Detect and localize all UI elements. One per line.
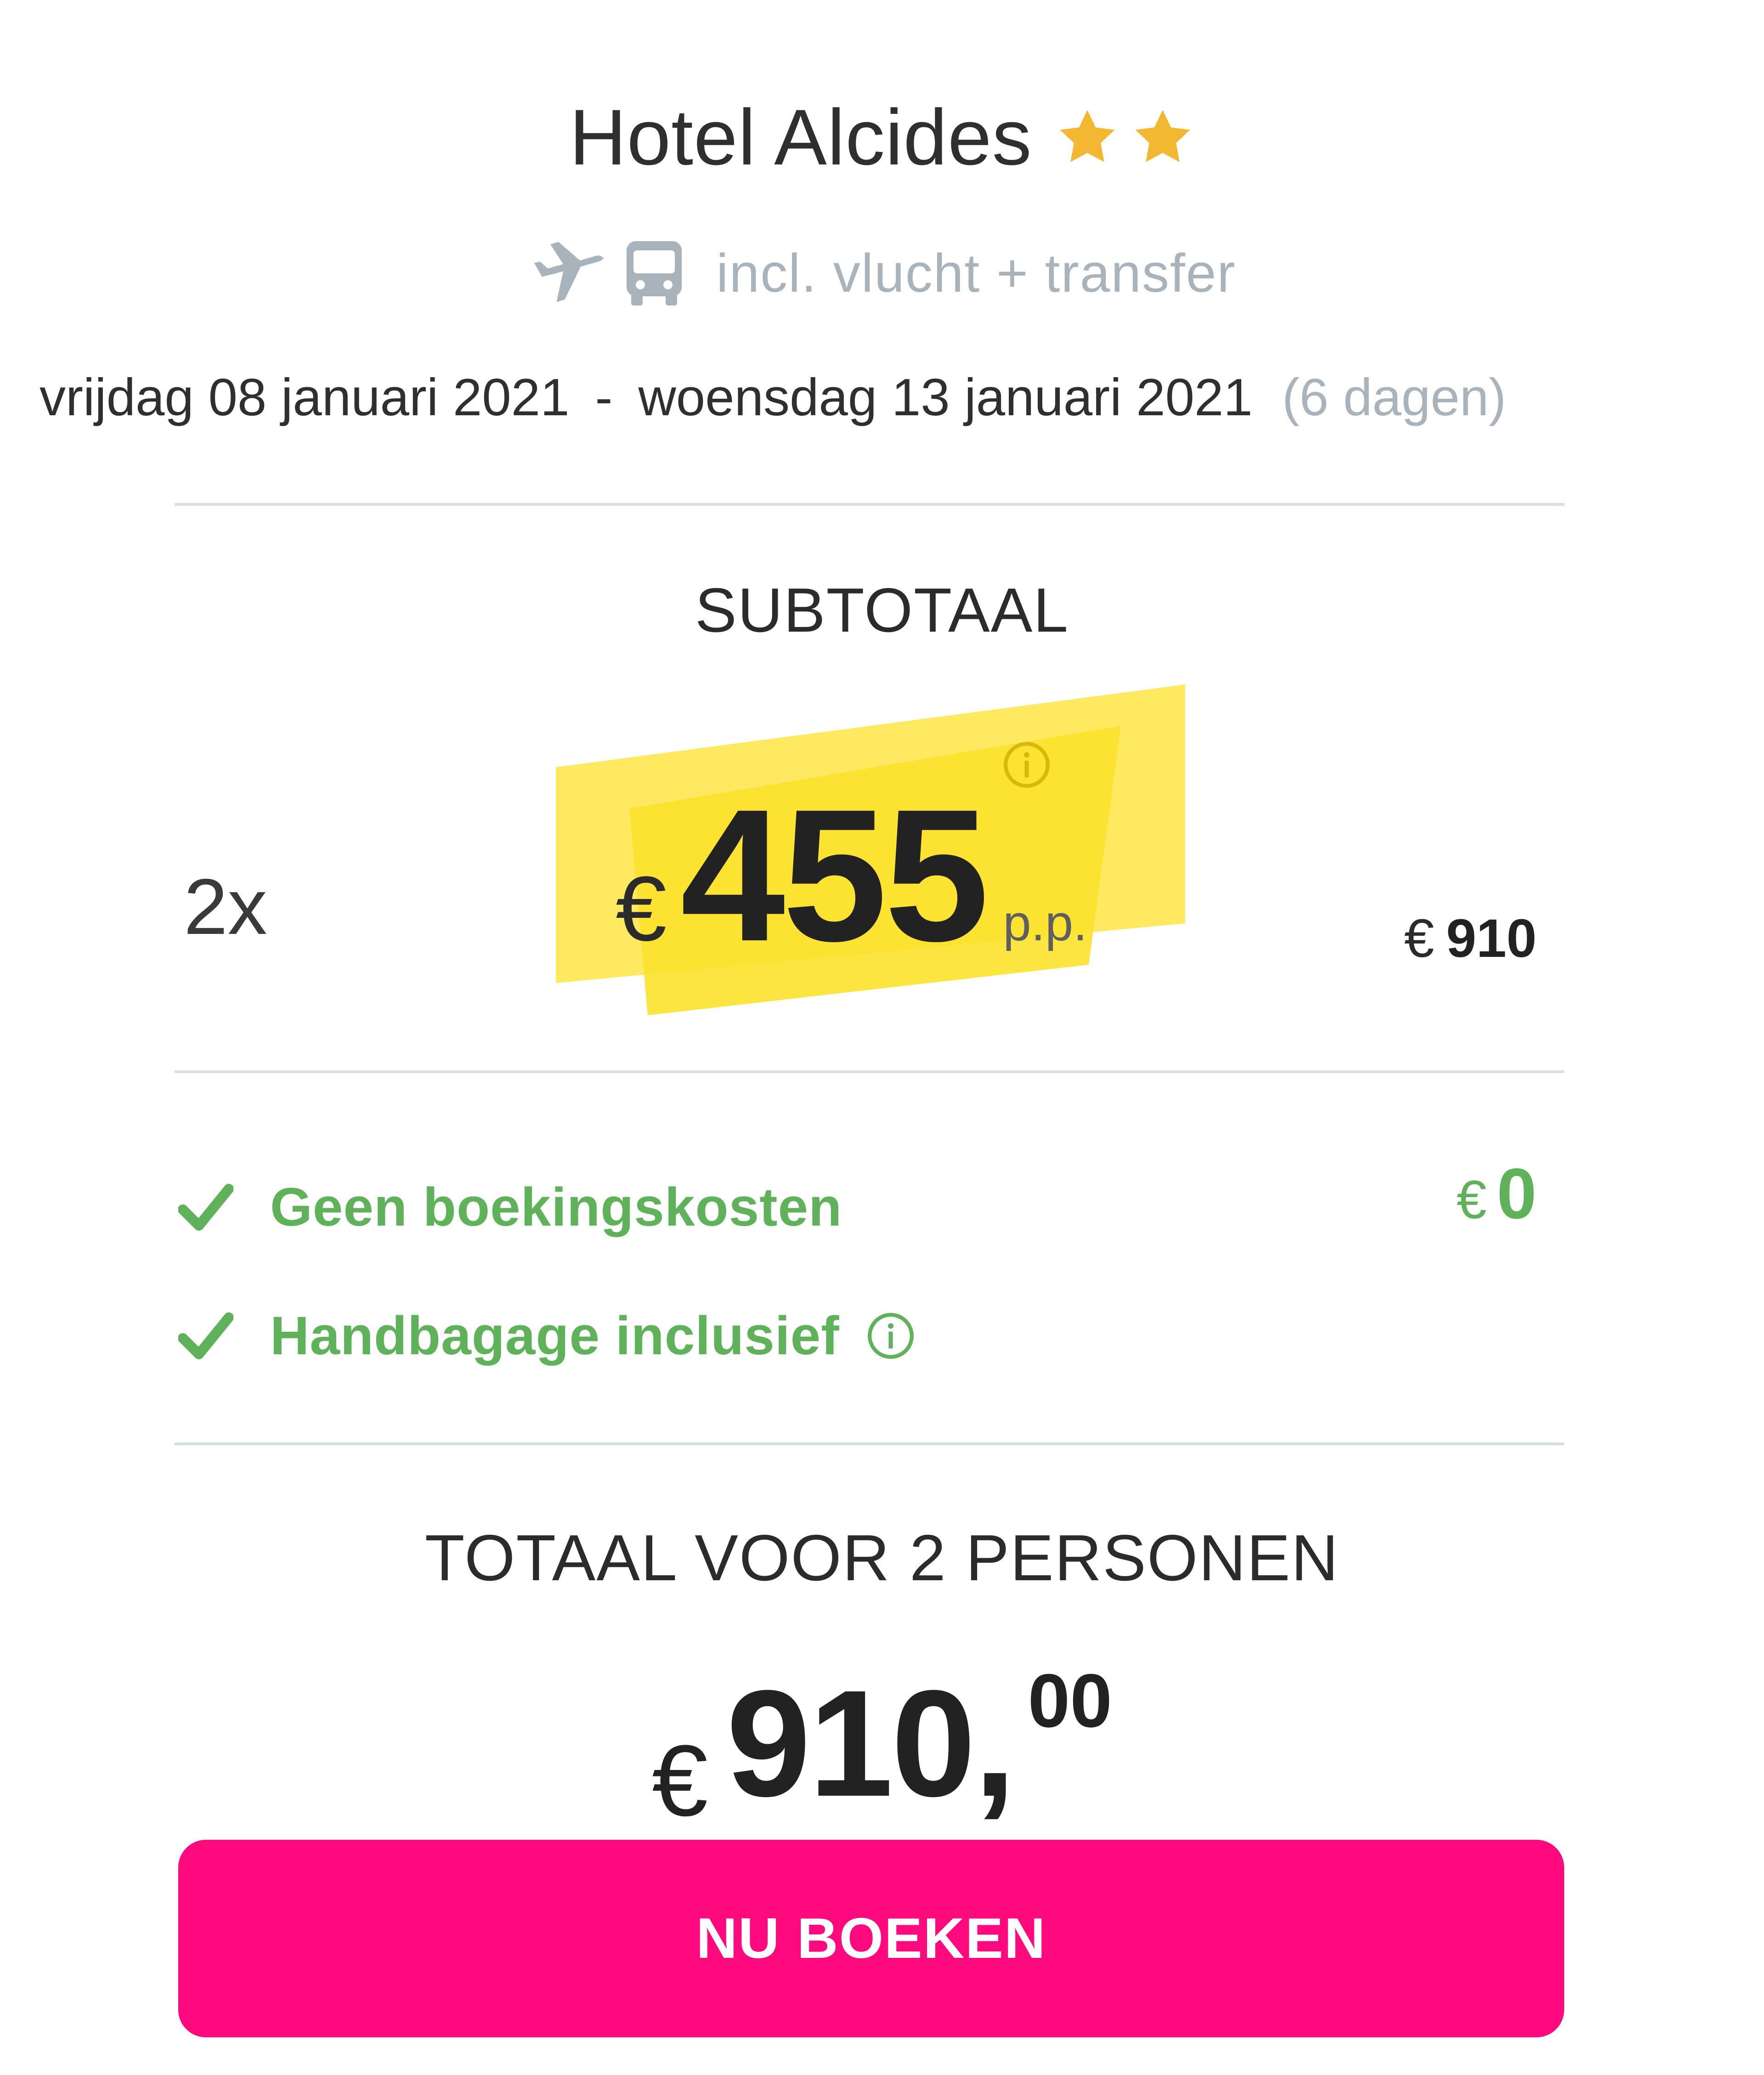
total-decimals: 00 (1028, 1658, 1113, 1743)
hotel-title-row: Hotel Alcides (0, 92, 1764, 183)
currency-symbol: € (1456, 1170, 1487, 1230)
price-per-person: € 455 p.p. (616, 781, 1087, 969)
benefit-label: Geen boekingskosten (270, 1177, 842, 1238)
included-services: incl. vlucht + transfer (0, 239, 1764, 308)
currency-symbol: € (1404, 908, 1435, 969)
info-icon[interactable] (840, 1311, 916, 1361)
checkmark-icon (178, 1182, 233, 1233)
date-start: vrijdag 08 januari 2021 (40, 368, 570, 427)
hotel-name: Hotel Alcides (569, 93, 1032, 181)
divider (175, 503, 1564, 506)
benefit-label: Handbagage inclusief (270, 1306, 840, 1366)
trip-duration: (6 dagen) (1282, 368, 1506, 427)
subtotal-row-total: € 910 (1404, 907, 1537, 970)
booking-fee: € 0 (1457, 1153, 1537, 1235)
book-now-button[interactable]: NU BOEKEN (178, 1840, 1564, 2037)
total-price: € 910, 00 (0, 1658, 1764, 1839)
star-rating (1055, 105, 1195, 170)
total-heading: TOTAAL VOOR 2 PERSONEN (424, 1521, 1340, 1594)
traveller-quantity: 2x (184, 863, 267, 951)
currency-symbol: € (651, 1724, 708, 1837)
benefit-no-booking-fee: Geen boekingskosten (178, 1176, 842, 1238)
star-icon (1055, 105, 1119, 170)
per-person-label: p.p. (1003, 895, 1087, 951)
star-icon (1131, 105, 1195, 170)
subtotal-amount: 910 (1446, 908, 1537, 969)
divider (175, 1070, 1564, 1073)
checkmark-icon (178, 1311, 233, 1361)
divider (175, 1442, 1564, 1445)
total-amount: 910, (726, 1658, 1016, 1828)
date-end: woensdag 13 januari 2021 (638, 368, 1253, 427)
date-separator: - (595, 368, 613, 427)
plane-icon (528, 239, 606, 308)
included-text: incl. vlucht + transfer (716, 243, 1236, 304)
price-per-person-amount: 455 (680, 770, 989, 980)
bus-icon (624, 239, 684, 308)
currency-symbol: € (616, 858, 667, 960)
subtotal-heading: SUBTOTAAL (695, 575, 1069, 645)
benefit-hand-luggage: Handbagage inclusief (178, 1305, 916, 1367)
booking-fee-amount: 0 (1497, 1154, 1537, 1234)
price-info-icon[interactable] (1001, 740, 1052, 790)
travel-dates: vrijdag 08 januari 2021 - woensdag 13 ja… (40, 368, 1506, 428)
